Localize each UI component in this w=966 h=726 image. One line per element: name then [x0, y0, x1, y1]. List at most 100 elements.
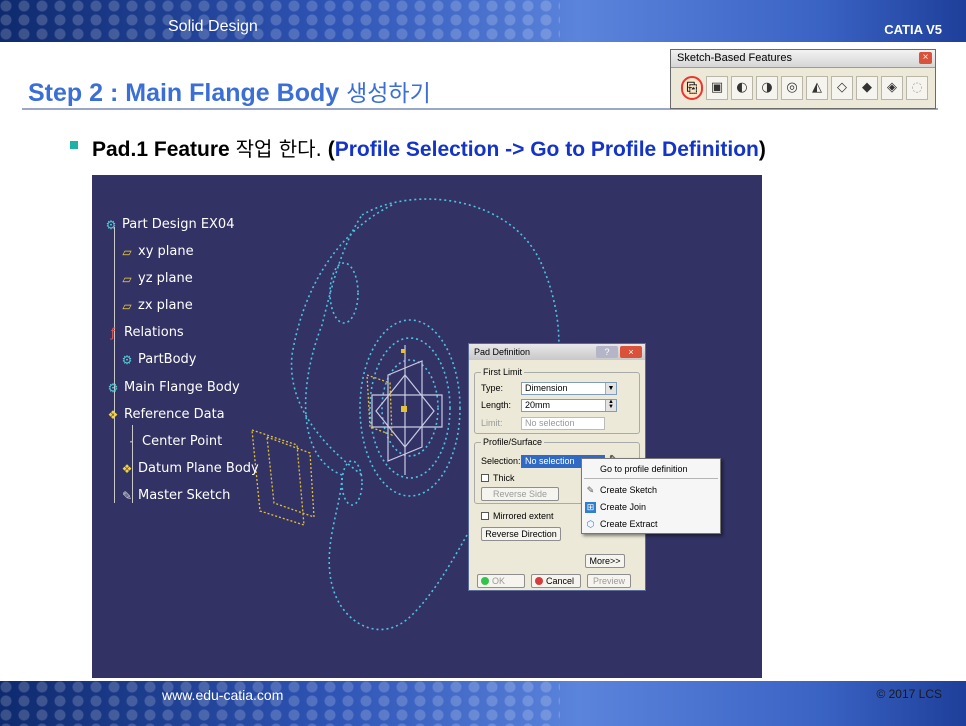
- removed-multi-sections-icon[interactable]: ◌: [906, 76, 928, 100]
- mirrored-extent-checkbox[interactable]: [481, 512, 489, 520]
- reverse-side-button[interactable]: Reverse Side: [481, 487, 559, 501]
- tree-item-main-flange-body[interactable]: ⚙ Main Flange Body: [106, 380, 240, 395]
- menu-item-create-sketch[interactable]: ✎ Create Sketch: [582, 483, 720, 498]
- tree-item-label: yz plane: [138, 271, 193, 286]
- slot-icon[interactable]: ◇: [831, 76, 853, 100]
- sketch-icon: ✎: [586, 485, 595, 495]
- plane-icon: ▱: [122, 244, 132, 259]
- header-band: Solid Design CATIA V5: [0, 0, 966, 42]
- tree-item-label: Datum Plane Body: [138, 461, 259, 476]
- section-title: Solid Design: [168, 18, 258, 35]
- tree-item-label: Center Point: [142, 434, 223, 449]
- page-title: Step 2 : Main Flange Body 생성하기: [28, 74, 431, 108]
- geometrical-set-icon: ❖: [107, 407, 119, 422]
- sketch-icon: ✎: [121, 488, 133, 503]
- menu-item-create-extract[interactable]: ⬡ Create Extract: [582, 517, 720, 532]
- multi-sections-solid-icon[interactable]: ◈: [881, 76, 903, 100]
- ok-icon: [481, 577, 489, 585]
- join-icon: ⊞: [585, 502, 596, 513]
- center-point-marker: [401, 406, 407, 412]
- footer-url[interactable]: www.edu-catia.com: [162, 687, 283, 703]
- tree-item-label: xy plane: [138, 244, 194, 259]
- tree-item-label: Relations: [124, 325, 184, 340]
- selection-value: No selection: [525, 456, 575, 466]
- plane-icon: ▱: [122, 298, 132, 313]
- tree-item-label: zx plane: [138, 298, 193, 313]
- menu-item-label: Create Sketch: [600, 485, 658, 495]
- menu-separator: [584, 478, 718, 479]
- selection-label: Selection:: [481, 456, 521, 466]
- tree-root[interactable]: ⚙ Part Design EX04: [104, 217, 235, 232]
- footer-copyright: © 2017 LCS: [876, 687, 942, 701]
- tree-item-master-sketch[interactable]: ✎ Master Sketch: [120, 488, 230, 503]
- help-button[interactable]: ?: [596, 346, 618, 358]
- spinner-icon[interactable]: ▲ ▼: [605, 399, 616, 411]
- point-icon: ·: [129, 434, 133, 449]
- length-input[interactable]: 20mm ▲ ▼: [521, 399, 617, 412]
- rib-icon[interactable]: ◭: [806, 76, 828, 100]
- shaft-icon[interactable]: ◐: [731, 76, 753, 100]
- header-pattern: [0, 0, 560, 42]
- tree-item-reference-data[interactable]: ❖ Reference Data: [106, 407, 225, 422]
- axis-marker: [401, 349, 405, 353]
- plane-icon: ▱: [122, 271, 132, 286]
- body-icon: ⚙: [107, 380, 119, 395]
- preview-button[interactable]: Preview: [587, 574, 631, 588]
- toolbar-titlebar: Sketch-Based Features ×: [671, 50, 935, 68]
- ok-button[interactable]: OK: [477, 574, 525, 588]
- instruction-lead: Pad.1 Feature: [92, 138, 230, 161]
- tree-item-partbody[interactable]: ⚙ PartBody: [120, 352, 197, 367]
- tree-item-label: Main Flange Body: [124, 380, 240, 395]
- menu-item-label: Create Extract: [600, 519, 658, 529]
- thick-label: Thick: [493, 473, 515, 483]
- tree-item-center-point[interactable]: · Center Point: [124, 434, 222, 449]
- cancel-label: Cancel: [546, 576, 575, 586]
- dialog-titlebar: Pad Definition ? ×: [469, 344, 645, 360]
- tree-item-datum-plane-body[interactable]: ❖ Datum Plane Body: [120, 461, 259, 476]
- menu-item-label: Create Join: [600, 502, 647, 512]
- chevron-down-icon: ▼: [605, 383, 616, 394]
- hole-icon[interactable]: ◎: [781, 76, 803, 100]
- cancel-button[interactable]: Cancel: [531, 574, 581, 588]
- profile-surface-label: Profile/Surface: [481, 437, 545, 447]
- boss-ellipse-outer: [359, 319, 461, 497]
- tree-item-yz-plane[interactable]: ▱ yz plane: [120, 271, 193, 286]
- flange-left-edge: [290, 204, 393, 476]
- length-value: 20mm: [525, 400, 551, 410]
- dialog-title-buttons: ? ×: [596, 346, 642, 358]
- limit-field: No selection: [521, 417, 605, 430]
- instruction-text: Pad.1 Feature 작업 한다. (Profile Selection …: [92, 133, 766, 162]
- type-select[interactable]: Dimension ▼: [521, 382, 617, 395]
- menu-item-label: Go to profile definition: [600, 464, 688, 474]
- catia-viewport[interactable]: ⚙ Part Design EX04 ▱ xy plane ▱ yz plane…: [92, 175, 762, 678]
- brand-label: CATIA V5: [884, 22, 942, 37]
- reverse-direction-button[interactable]: Reverse Direction: [481, 527, 561, 541]
- tree-item-zx-plane[interactable]: ▱ zx plane: [120, 298, 193, 313]
- page-title-text: Step 2 : Main Flange Body: [28, 79, 340, 107]
- dialog-close-button[interactable]: ×: [620, 346, 642, 358]
- toolbar-title: Sketch-Based Features: [677, 52, 792, 64]
- tree-item-relations[interactable]: ƒ Relations: [106, 325, 184, 340]
- groove-icon[interactable]: ◑: [756, 76, 778, 100]
- more-button[interactable]: More>>: [585, 554, 625, 568]
- length-label: Length:: [481, 400, 512, 410]
- mirrored-extent-label: Mirrored extent: [493, 511, 554, 521]
- menu-item-create-join[interactable]: ⊞ Create Join: [582, 500, 720, 515]
- bullet-marker: [70, 141, 78, 149]
- geometrical-set-icon: ❖: [121, 461, 133, 476]
- pocket-icon[interactable]: ▣: [706, 76, 728, 100]
- first-limit-label: First Limit: [481, 367, 524, 377]
- menu-item-go-to-profile-definition[interactable]: Go to profile definition: [582, 462, 720, 477]
- body-icon: ⚙: [121, 352, 133, 367]
- toolbar-close-button[interactable]: ×: [919, 52, 932, 64]
- first-limit-group: First Limit Type: Dimension ▼ Length: 20…: [474, 367, 640, 434]
- type-label: Type:: [481, 383, 504, 393]
- relations-icon: ƒ: [110, 325, 116, 340]
- tree-item-xy-plane[interactable]: ▱ xy plane: [120, 244, 194, 259]
- instruction-paren-close: ): [758, 138, 766, 161]
- instruction-korean: 작업 한다.: [235, 137, 322, 161]
- stiffener-icon[interactable]: ◆: [856, 76, 878, 100]
- thick-checkbox[interactable]: [481, 474, 489, 482]
- pad-icon[interactable]: ⎘: [681, 76, 703, 100]
- bolt-hole-top: [329, 262, 359, 324]
